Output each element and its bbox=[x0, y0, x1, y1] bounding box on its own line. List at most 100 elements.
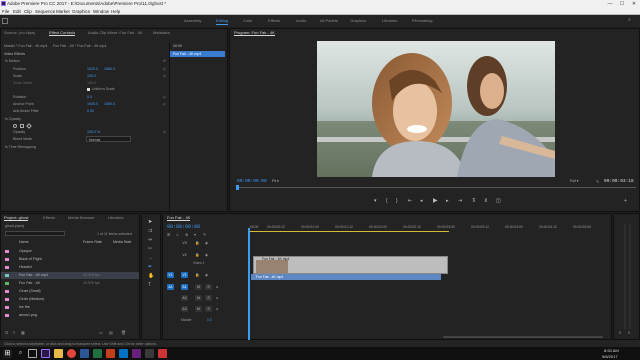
project-search-input[interactable] bbox=[5, 231, 65, 236]
scale-value[interactable]: 100.0 bbox=[87, 74, 96, 78]
lock-track-icon[interactable]: 🔒 bbox=[195, 273, 199, 278]
tab-sequence[interactable]: Fun Fair - 4K bbox=[167, 215, 191, 221]
clip-path[interactable]: Master * Fun Fair - 4K.mp4 bbox=[4, 44, 47, 48]
solo-left-button[interactable]: S bbox=[619, 331, 621, 336]
track-v3-label[interactable]: V3 bbox=[181, 240, 188, 246]
list-view-icon[interactable]: ≡ bbox=[13, 330, 15, 335]
list-item[interactable]: Black of Flight bbox=[1, 256, 139, 263]
task-view-icon[interactable] bbox=[28, 349, 37, 358]
eye-icon[interactable]: ◉ bbox=[205, 273, 208, 278]
opacity-value[interactable]: 100.0 % bbox=[87, 130, 100, 134]
clock-date[interactable]: 9/6/2017 bbox=[602, 354, 618, 359]
media-icon[interactable] bbox=[158, 349, 167, 358]
position-x[interactable]: 1920.0 bbox=[87, 67, 98, 71]
list-item[interactable]: Circle (Small) bbox=[1, 288, 139, 295]
menu-graphics[interactable]: Graphics bbox=[72, 9, 90, 14]
workspace-assembly[interactable]: Assembly bbox=[184, 18, 201, 23]
type-tool-icon[interactable]: T bbox=[148, 283, 151, 288]
track-v2-label[interactable]: V2 bbox=[181, 252, 188, 258]
nest-icon[interactable]: ⊞ bbox=[167, 232, 170, 237]
keyframe-position-icon[interactable]: ◇ bbox=[163, 67, 166, 72]
time-remapping-row[interactable]: fx Time Remapping bbox=[5, 145, 36, 149]
mic-icon[interactable]: ● bbox=[216, 307, 218, 312]
lock-icon[interactable]: ⊡ bbox=[5, 330, 8, 335]
master-value[interactable]: 0.0 bbox=[207, 318, 212, 322]
word-icon[interactable] bbox=[80, 349, 89, 358]
keyframe-opacity-icon[interactable]: ◇ bbox=[163, 130, 166, 135]
menu-window[interactable]: Window bbox=[93, 9, 109, 14]
export-frame-icon[interactable]: ◫ bbox=[496, 199, 501, 204]
list-item[interactable]: Fun Fair - 4K 23.976 fps bbox=[1, 280, 139, 287]
list-item[interactable]: Headed bbox=[1, 264, 139, 271]
icon-view-icon[interactable]: ▦ bbox=[21, 330, 25, 335]
selection-tool-icon[interactable]: ➤ bbox=[148, 220, 152, 225]
program-playhead[interactable] bbox=[236, 185, 239, 190]
work-area-bar[interactable] bbox=[249, 231, 449, 232]
menu-file[interactable]: File bbox=[2, 9, 9, 14]
lock-track-icon[interactable]: 🔒 bbox=[195, 253, 199, 258]
track-a2-label[interactable]: A2 bbox=[181, 295, 188, 301]
list-item[interactable]: Opaque bbox=[1, 248, 139, 255]
track-a3-label[interactable]: A3 bbox=[181, 306, 188, 312]
trash-icon[interactable]: 🗑 bbox=[121, 330, 126, 335]
outlook-icon[interactable] bbox=[119, 349, 128, 358]
snap-icon[interactable]: ⊂ bbox=[176, 232, 179, 237]
slip-tool-icon[interactable]: ↔ bbox=[148, 256, 153, 261]
source-patch-v1[interactable]: V1 bbox=[167, 272, 174, 278]
workspace-color[interactable]: Color bbox=[243, 18, 253, 23]
tab-project[interactable]: Project: ghost bbox=[4, 215, 29, 221]
position-y[interactable]: 1080.0 bbox=[104, 67, 115, 71]
menu-marker[interactable]: Marker bbox=[56, 9, 70, 14]
hand-tool-icon[interactable]: ✋ bbox=[148, 274, 154, 279]
button-editor-plus-icon[interactable]: + bbox=[624, 199, 627, 204]
tab-media-browser[interactable]: Media Browser bbox=[68, 215, 95, 220]
motion-row[interactable]: fx Motion bbox=[5, 59, 20, 63]
go-to-out-icon[interactable]: ⇥ bbox=[458, 199, 462, 204]
premiere-taskbar-icon[interactable] bbox=[41, 349, 50, 358]
lift-icon[interactable]: ⊼ bbox=[472, 199, 476, 204]
ripple-edit-tool-icon[interactable]: ⇹ bbox=[148, 238, 152, 243]
menu-clip[interactable]: Clip bbox=[24, 9, 32, 14]
lock-track-icon[interactable]: 🔒 bbox=[195, 241, 199, 246]
list-item[interactable]: Circle (Medium) bbox=[1, 296, 139, 303]
track-a1-label[interactable]: A1 bbox=[181, 284, 188, 290]
anchor-y[interactable]: 1080.0 bbox=[104, 102, 115, 106]
visual-studio-icon[interactable] bbox=[132, 349, 141, 358]
tab-effect-controls[interactable]: Effect Controls bbox=[49, 30, 76, 36]
mark-in-icon[interactable]: { bbox=[386, 199, 388, 204]
clip-v1[interactable]: Fun Fair - 4K.mp4 bbox=[251, 274, 441, 280]
track-select-tool-icon[interactable]: ⇉ bbox=[148, 229, 152, 234]
close-button[interactable]: ✕ bbox=[628, 0, 640, 8]
timeline-zoom-scrollbar[interactable] bbox=[443, 336, 603, 338]
excel-icon[interactable] bbox=[93, 349, 102, 358]
menu-sequence[interactable]: Sequence bbox=[35, 9, 55, 14]
mute-button[interactable]: M bbox=[195, 284, 202, 290]
extract-icon[interactable]: ⊻ bbox=[484, 199, 488, 204]
solo-button[interactable]: S bbox=[205, 284, 212, 290]
wrench-icon[interactable]: ✎ bbox=[596, 179, 599, 184]
mute-button[interactable]: M bbox=[195, 295, 202, 301]
tab-metadata[interactable]: Metadata bbox=[153, 30, 170, 35]
home-icon[interactable] bbox=[2, 18, 8, 24]
add-marker-timeline-icon[interactable]: ▾ bbox=[194, 232, 196, 237]
new-bin-icon[interactable]: ▭ bbox=[99, 330, 103, 335]
column-frame-rate[interactable]: Frame Rate bbox=[83, 240, 102, 244]
reset-motion-icon[interactable]: ↺ bbox=[163, 59, 166, 64]
step-back-icon[interactable]: ◂ bbox=[420, 199, 423, 204]
powerpoint-icon[interactable] bbox=[106, 349, 115, 358]
app-icon[interactable] bbox=[145, 349, 154, 358]
solo-button[interactable]: S bbox=[205, 306, 212, 312]
mic-icon[interactable]: ● bbox=[216, 296, 218, 301]
clip-mini-bar[interactable]: Fun Fair - 4K.mp4 bbox=[170, 51, 225, 57]
eye-icon[interactable]: ◉ bbox=[205, 241, 208, 246]
eye-icon[interactable]: ◉ bbox=[205, 253, 208, 258]
uniform-scale-checkbox[interactable] bbox=[87, 88, 90, 91]
workspace-all-panels[interactable]: All Panels bbox=[320, 18, 338, 23]
tab-program[interactable]: Program: Fun Fair - 4K bbox=[234, 30, 275, 36]
tab-effects[interactable]: Effects bbox=[43, 215, 55, 220]
anti-flicker-value[interactable]: 0.00 bbox=[87, 109, 94, 113]
column-name[interactable]: Name bbox=[19, 240, 29, 244]
workspace-editing[interactable]: Editing bbox=[216, 18, 229, 25]
mic-icon[interactable]: ● bbox=[216, 285, 218, 290]
video-frame[interactable] bbox=[317, 41, 555, 177]
